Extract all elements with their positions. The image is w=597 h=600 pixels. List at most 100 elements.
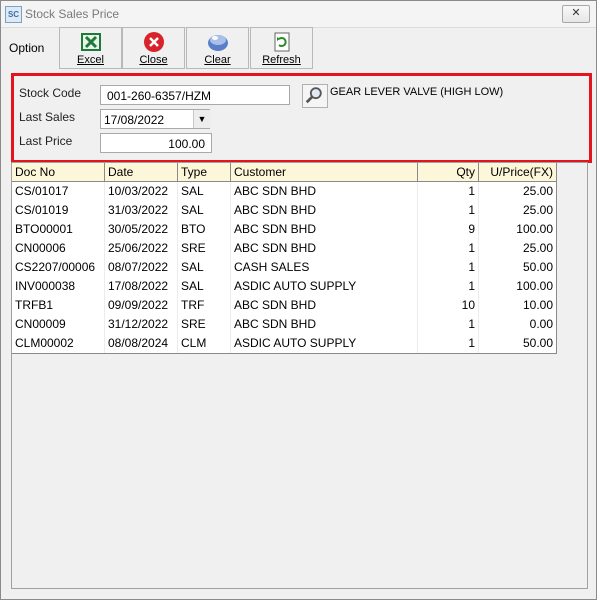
unit-price-cell: 25.00 bbox=[479, 239, 557, 258]
date-cell: 10/03/2022 bbox=[105, 182, 178, 201]
excel-button-label: Excel bbox=[77, 54, 104, 66]
clear-button-label: Clear bbox=[204, 54, 231, 66]
date-cell: 30/05/2022 bbox=[105, 220, 178, 239]
date-cell: 25/06/2022 bbox=[105, 239, 178, 258]
doc-no-cell: BTO00001 bbox=[12, 220, 105, 239]
table-row[interactable]: TRFB1 09/09/2022 TRF ABC SDN BHD 10 10.00 bbox=[12, 296, 557, 315]
clear-button[interactable]: Clear bbox=[186, 27, 249, 69]
type-cell: SRE bbox=[178, 239, 231, 258]
column-header-date[interactable]: Date bbox=[105, 163, 178, 181]
doc-no-cell: CS2207/00006 bbox=[12, 258, 105, 277]
unit-price-cell: 100.00 bbox=[479, 277, 557, 296]
doc-no-cell: INV000038 bbox=[12, 277, 105, 296]
type-cell: SRE bbox=[178, 315, 231, 334]
stock-sales-price-window: SC Stock Sales Price ✕ Option Excel Clos… bbox=[0, 0, 597, 600]
qty-cell: 10 bbox=[418, 296, 479, 315]
stock-code-label: Stock Code bbox=[19, 86, 82, 100]
refresh-button-label: Refresh bbox=[262, 54, 301, 66]
table-row[interactable]: CS/01019 31/03/2022 SAL ABC SDN BHD 1 25.00 bbox=[12, 201, 557, 220]
unit-price-cell: 25.00 bbox=[479, 182, 557, 201]
table-row[interactable]: CLM00002 08/08/2024 CLM ASDIC AUTO SUPPLY 1 5… bbox=[12, 334, 557, 353]
column-header-doc-no[interactable]: Doc No bbox=[12, 163, 105, 181]
qty-cell: 9 bbox=[418, 220, 479, 239]
refresh-icon bbox=[274, 32, 289, 52]
date-cell: 31/03/2022 bbox=[105, 201, 178, 220]
qty-cell: 1 bbox=[418, 315, 479, 334]
date-cell: 09/09/2022 bbox=[105, 296, 178, 315]
type-cell: BTO bbox=[178, 220, 231, 239]
date-cell: 08/08/2024 bbox=[105, 334, 178, 353]
type-cell: TRF bbox=[178, 296, 231, 315]
grid-bottom-border bbox=[12, 353, 557, 354]
table-row[interactable]: BTO00001 30/05/2022 BTO ABC SDN BHD 9 100.00 bbox=[12, 220, 557, 239]
column-header-qty[interactable]: Qty bbox=[418, 163, 479, 181]
unit-price-cell: 10.00 bbox=[479, 296, 557, 315]
doc-no-cell: CS/01017 bbox=[12, 182, 105, 201]
last-price-label: Last Price bbox=[19, 134, 73, 148]
stock-header-panel: Stock Code 001-260-6357/HZM GEAR LEVER V… bbox=[11, 73, 592, 163]
refresh-button[interactable]: Refresh bbox=[250, 27, 313, 69]
qty-cell: 1 bbox=[418, 182, 479, 201]
unit-price-cell: 100.00 bbox=[479, 220, 557, 239]
last-sales-value: 17/08/2022 bbox=[104, 113, 165, 127]
customer-cell: CASH SALES bbox=[231, 258, 418, 277]
magnifier-icon bbox=[305, 87, 322, 104]
type-cell: SAL bbox=[178, 258, 231, 277]
window-close-button[interactable]: ✕ bbox=[562, 5, 590, 23]
last-sales-label: Last Sales bbox=[19, 110, 76, 124]
stock-search-button[interactable] bbox=[302, 84, 328, 108]
qty-cell: 1 bbox=[418, 334, 479, 353]
last-price-field[interactable]: 100.00 bbox=[100, 133, 212, 153]
qty-cell: 1 bbox=[418, 258, 479, 277]
grid-rows: CS/01017 10/03/2022 SAL ABC SDN BHD 1 25.00 CS… bbox=[12, 182, 557, 353]
chevron-down-icon: ▼ bbox=[197, 114, 207, 124]
stock-description: GEAR LEVER VALVE (HIGH LOW) bbox=[330, 86, 504, 98]
customer-cell: ABC SDN BHD bbox=[231, 201, 418, 220]
stock-code-input[interactable]: 001-260-6357/HZM bbox=[100, 85, 290, 105]
close-red-icon bbox=[143, 32, 164, 52]
excel-button[interactable]: Excel bbox=[59, 27, 122, 69]
table-row[interactable]: INV000038 17/08/2022 SAL ASDIC AUTO SUPPLY 1… bbox=[12, 277, 557, 296]
table-row[interactable]: CN00006 25/06/2022 SRE ABC SDN BHD 1 25.00 bbox=[12, 239, 557, 258]
customer-cell: ABC SDN BHD bbox=[231, 239, 418, 258]
type-cell: SAL bbox=[178, 201, 231, 220]
column-header-type[interactable]: Type bbox=[178, 163, 231, 181]
type-cell: SAL bbox=[178, 277, 231, 296]
clear-icon bbox=[207, 35, 228, 51]
column-header-unit-price[interactable]: U/Price(FX) bbox=[479, 163, 557, 181]
unit-price-cell: 50.00 bbox=[479, 334, 557, 353]
column-header-customer[interactable]: Customer bbox=[231, 163, 418, 181]
excel-icon bbox=[80, 33, 101, 51]
date-cell: 31/12/2022 bbox=[105, 315, 178, 334]
table-row[interactable]: CN00009 31/12/2022 SRE ABC SDN BHD 1 0.00 bbox=[12, 315, 557, 334]
unit-price-cell: 0.00 bbox=[479, 315, 557, 334]
date-cell: 17/08/2022 bbox=[105, 277, 178, 296]
title-bar: SC Stock Sales Price ✕ bbox=[1, 1, 596, 28]
customer-cell: ABC SDN BHD bbox=[231, 296, 418, 315]
type-cell: SAL bbox=[178, 182, 231, 201]
doc-no-cell: TRFB1 bbox=[12, 296, 105, 315]
doc-no-cell: CN00009 bbox=[12, 315, 105, 334]
table-row[interactable]: CS/01017 10/03/2022 SAL ABC SDN BHD 1 25.00 bbox=[12, 182, 557, 201]
window-title: Stock Sales Price bbox=[25, 7, 120, 21]
customer-cell: ABC SDN BHD bbox=[231, 315, 418, 334]
grid-header-row: Doc No Date Type Customer Qty U/Price(FX… bbox=[12, 163, 557, 182]
close-button-label: Close bbox=[139, 54, 168, 66]
sales-history-grid[interactable]: Doc No Date Type Customer Qty U/Price(FX… bbox=[11, 162, 588, 589]
app-icon: SC bbox=[5, 6, 22, 23]
qty-cell: 1 bbox=[418, 277, 479, 296]
doc-no-cell: CN00006 bbox=[12, 239, 105, 258]
date-cell: 08/07/2022 bbox=[105, 258, 178, 277]
type-cell: CLM bbox=[178, 334, 231, 353]
customer-cell: ABC SDN BHD bbox=[231, 220, 418, 239]
qty-cell: 1 bbox=[418, 239, 479, 258]
customer-cell: ABC SDN BHD bbox=[231, 182, 418, 201]
unit-price-cell: 50.00 bbox=[479, 258, 557, 277]
table-row[interactable]: CS2207/00006 08/07/2022 SAL CASH SALES 1 50.0… bbox=[12, 258, 557, 277]
date-dropdown-button[interactable]: ▼ bbox=[193, 110, 210, 128]
toolbar: Option Excel Close Clear Refresh bbox=[1, 27, 596, 69]
qty-cell: 1 bbox=[418, 201, 479, 220]
close-button[interactable]: Close bbox=[122, 27, 185, 69]
customer-cell: ASDIC AUTO SUPPLY bbox=[231, 277, 418, 296]
customer-cell: ASDIC AUTO SUPPLY bbox=[231, 334, 418, 353]
